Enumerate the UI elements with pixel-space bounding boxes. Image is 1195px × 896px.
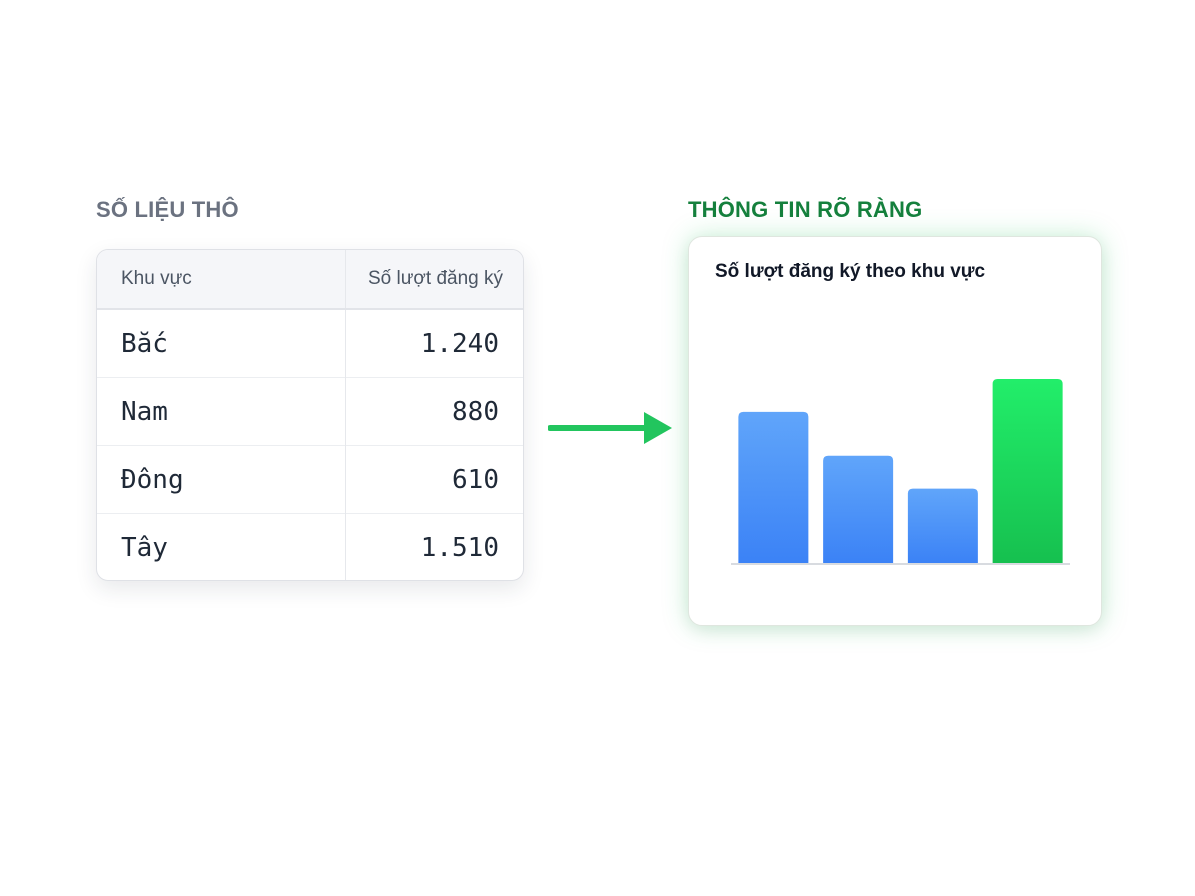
raw-data-table: Khu vực Số lượt đăng ký Bắc 1.240 Nam 88…: [96, 249, 524, 581]
raw-data-label: SỐ LIỆU THÔ: [96, 197, 239, 222]
region-cell: Nam: [97, 377, 345, 446]
registrations-cell: 880: [344, 377, 523, 446]
table-row: Tây 1.510: [97, 513, 523, 580]
registrations-cell: 1.510: [344, 513, 523, 580]
column-header-registrations: Số lượt đăng ký: [344, 250, 523, 310]
column-header-region: Khu vực: [97, 250, 345, 310]
bar-chart: [731, 379, 1070, 565]
region-cell: Đông: [97, 445, 345, 514]
bar-bắc: [738, 411, 809, 563]
region-cell: Tây: [97, 513, 345, 580]
registrations-cell: 1.240: [344, 308, 523, 378]
bar-nam: [823, 455, 894, 563]
arrow-right-icon: [548, 412, 672, 444]
table-row: Nam 880: [97, 377, 523, 446]
table-row: Đông 610: [97, 445, 523, 514]
bar-tây: [992, 379, 1063, 563]
region-cell: Bắc: [97, 308, 345, 378]
bar-chart-card: Số lượt đăng ký theo khu vực: [688, 236, 1102, 626]
clear-info-label: THÔNG TIN RÕ RÀNG: [688, 197, 923, 222]
table-row: Bắc 1.240: [97, 308, 523, 378]
table-header-row: Khu vực Số lượt đăng ký: [97, 250, 523, 310]
registrations-cell: 610: [344, 445, 523, 514]
bar-đông: [907, 488, 978, 563]
